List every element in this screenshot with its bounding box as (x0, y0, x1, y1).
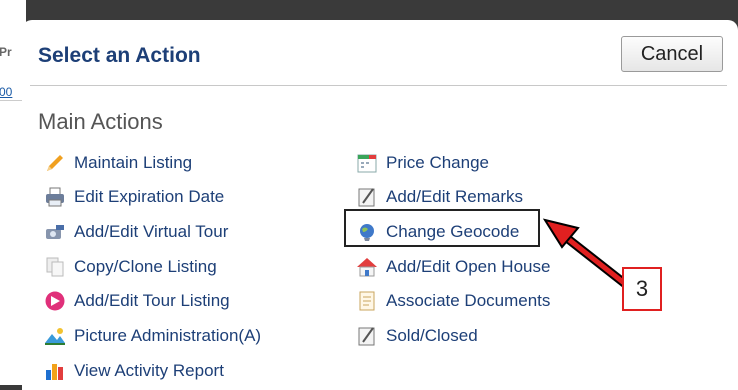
note-icon (356, 186, 378, 208)
background-link[interactable]: 00 (0, 85, 12, 99)
action-picture-administration[interactable]: Picture Administration(A) (44, 325, 261, 347)
action-add-edit-remarks[interactable]: Add/Edit Remarks (356, 186, 523, 208)
action-view-activity-report[interactable]: View Activity Report (44, 360, 224, 382)
picture-icon (44, 325, 66, 347)
action-maintain-listing[interactable]: Maintain Listing (44, 152, 192, 174)
action-add-edit-virtual-tour[interactable]: Add/Edit Virtual Tour (44, 221, 228, 243)
action-price-change[interactable]: Price Change (356, 152, 489, 174)
document-icon (356, 290, 378, 312)
highlight-box (344, 209, 540, 247)
pencil-icon (44, 152, 66, 174)
action-edit-expiration-date[interactable]: Edit Expiration Date (44, 186, 224, 208)
house-icon (356, 256, 378, 278)
step-number-badge: 3 (622, 267, 662, 311)
action-label: Add/Edit Virtual Tour (74, 222, 229, 241)
tour-icon (44, 290, 66, 312)
action-label: Edit Expiration Date (74, 187, 225, 206)
calendar-icon (356, 152, 378, 174)
copy-icon (44, 256, 66, 278)
bar-chart-icon (44, 360, 66, 382)
action-label: Add/Edit Remarks (386, 187, 523, 206)
action-label: Sold/Closed (386, 326, 478, 345)
action-copy-clone-listing[interactable]: Copy/Clone Listing (44, 256, 217, 278)
cancel-button[interactable]: Cancel (621, 36, 723, 72)
action-label: Add/Edit Open House (386, 257, 551, 276)
action-label: Associate Documents (386, 291, 551, 310)
action-label: Add/Edit Tour Listing (74, 291, 230, 310)
action-label: Copy/Clone Listing (74, 257, 217, 276)
action-associate-documents[interactable]: Associate Documents (356, 290, 550, 312)
printer-icon (44, 186, 66, 208)
camera-icon (44, 221, 66, 243)
note-icon (356, 325, 378, 347)
background-text: Pr (0, 45, 12, 59)
action-label: Maintain Listing (74, 153, 193, 172)
dialog-title: Select an Action (38, 44, 201, 67)
divider (30, 85, 727, 86)
action-label: Price Change (386, 153, 490, 172)
section-title: Main Actions (38, 109, 163, 134)
action-label: Picture Administration(A) (74, 326, 262, 345)
action-add-edit-tour-listing[interactable]: Add/Edit Tour Listing (44, 290, 230, 312)
action-sold-closed[interactable]: Sold/Closed (356, 325, 478, 347)
action-add-edit-open-house[interactable]: Add/Edit Open House (356, 256, 550, 278)
action-label: View Activity Report (74, 361, 224, 380)
